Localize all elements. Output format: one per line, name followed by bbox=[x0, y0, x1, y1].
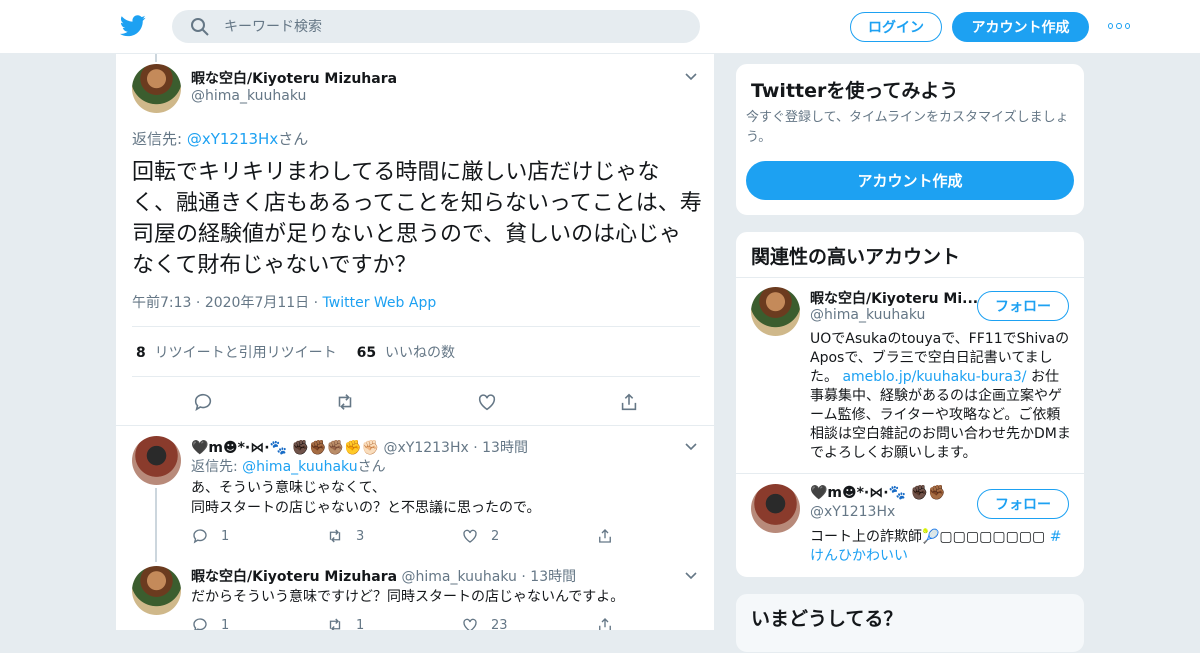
like-icon[interactable] bbox=[476, 391, 498, 413]
divider bbox=[736, 473, 1084, 474]
avatar[interactable] bbox=[751, 484, 800, 533]
reply-time[interactable]: 13時間 bbox=[482, 440, 528, 456]
signup-card: Twitterを使ってみよう 今すぐ登録して、タイムラインをカスタマイズしましょ… bbox=[735, 63, 1085, 216]
related-accounts-card: 関連性の高いアカウント 暇な空白/Kiyoteru Mi... @hima_ku… bbox=[735, 231, 1085, 578]
reply-icon[interactable] bbox=[192, 391, 214, 413]
reply-author-handle[interactable]: @hima_kuuhaku bbox=[402, 569, 517, 585]
divider bbox=[116, 425, 714, 426]
reply-header: 🖤m☻*·⋈·🐾 ✊🏿✊🏾✊🏽✊✊🏻 @xY1213Hx · 13時間 bbox=[191, 440, 528, 456]
reply-time[interactable]: 13時間 bbox=[530, 569, 576, 585]
tweet-actions bbox=[116, 391, 714, 413]
reply-icon[interactable] bbox=[191, 616, 209, 630]
search-box[interactable] bbox=[172, 10, 700, 43]
author-name[interactable]: 暇な空白/Kiyoteru Mizuhara bbox=[191, 68, 397, 88]
divider bbox=[132, 376, 700, 377]
reply-text: だからそういう意味ですけど？同時スタートの店じゃないんですよ。 bbox=[191, 589, 625, 605]
like-action[interactable]: 23 bbox=[461, 616, 596, 630]
avatar[interactable] bbox=[132, 566, 181, 615]
follow-button[interactable]: フォロー bbox=[977, 291, 1069, 321]
reply-actions: 1 1 23 bbox=[191, 616, 714, 630]
card-title: いまどうしてる？ bbox=[751, 608, 903, 630]
retweet-action[interactable]: 3 bbox=[326, 527, 461, 545]
follow-button[interactable]: フォロー bbox=[977, 489, 1069, 519]
tweet-text: 回転でキリキリまわしてる時間に厳しい店だけじゃなく、融通きく店もあるってことを知… bbox=[132, 160, 702, 278]
reply-prefix: 返信先: bbox=[132, 130, 187, 148]
chevron-down-icon[interactable] bbox=[684, 72, 698, 82]
reply-text-line: あ、そういう意味じゃなくて、 bbox=[191, 480, 386, 496]
signup-card-button[interactable]: アカウント作成 bbox=[746, 161, 1074, 200]
tweet-column: 暇な空白/Kiyoteru Mizuhara @hima_kuuhaku 返信先… bbox=[115, 54, 715, 630]
reply-icon[interactable] bbox=[191, 527, 209, 545]
card-title: Twitterを使ってみよう bbox=[751, 80, 959, 102]
reply-to: 返信先: @xY1213Hxさん bbox=[132, 128, 308, 149]
like-action[interactable]: 2 bbox=[461, 527, 596, 545]
more-icon[interactable] bbox=[1108, 21, 1130, 31]
account-handle[interactable]: @xY1213Hx bbox=[810, 504, 895, 520]
retweet-icon[interactable] bbox=[326, 527, 344, 545]
retweet-icon[interactable] bbox=[326, 616, 344, 630]
reply-author-handle[interactable]: @xY1213Hx bbox=[384, 440, 469, 456]
search-icon bbox=[191, 17, 209, 36]
login-button[interactable]: ログイン bbox=[850, 12, 942, 42]
avatar[interactable] bbox=[751, 287, 800, 336]
tweet-meta: 午前7:13 · 2020年7月11日 · Twitter Web App bbox=[132, 295, 437, 311]
top-bar: ログイン アカウント作成 bbox=[0, 0, 1200, 54]
tweet-date[interactable]: 2020年7月11日 bbox=[205, 295, 309, 311]
account-name[interactable]: 🖤m☻*·⋈·🐾 ✊🏿✊🏾 bbox=[810, 485, 946, 501]
thread-line bbox=[155, 488, 157, 562]
author-handle[interactable]: @hima_kuuhaku bbox=[191, 88, 306, 104]
account-bio: コート上の詐欺師🎾▢▢▢▢▢▢▢▢ #けんひかわいい bbox=[810, 529, 1062, 564]
retweet-icon[interactable] bbox=[334, 391, 356, 413]
retweet-action[interactable]: 1 bbox=[326, 616, 461, 630]
reply-action[interactable]: 1 bbox=[191, 616, 326, 630]
reply-text: あ、そういう意味じゃなくて、 同時スタートの店じゃないの？と不思議に思ったので。 bbox=[191, 478, 540, 518]
account-bio: UOでAsukaのtouyaで、FF11でShivaのAposで、ブラ三で空白日… bbox=[810, 331, 1071, 461]
search-input[interactable] bbox=[224, 18, 664, 35]
avatar[interactable] bbox=[132, 64, 181, 113]
reply-target-link[interactable]: @hima_kuuhaku bbox=[242, 459, 357, 475]
reply-text-line: 同時スタートの店じゃないの？と不思議に思ったので。 bbox=[191, 500, 541, 516]
share-icon[interactable] bbox=[596, 527, 614, 545]
like-icon[interactable] bbox=[461, 616, 479, 630]
reply-action[interactable]: 1 bbox=[191, 527, 326, 545]
whats-happening-card: いまどうしてる？ bbox=[735, 593, 1085, 653]
avatar[interactable] bbox=[132, 436, 181, 485]
card-title: 関連性の高いアカウント bbox=[751, 246, 961, 268]
chevron-down-icon[interactable] bbox=[684, 442, 698, 452]
tweet-time[interactable]: 午前7:13 bbox=[132, 295, 191, 311]
divider bbox=[736, 277, 1084, 278]
bio-link[interactable]: ameblo.jp/kuuhaku-bura3/ bbox=[842, 369, 1026, 385]
chevron-down-icon[interactable] bbox=[684, 571, 698, 581]
share-icon[interactable] bbox=[596, 616, 614, 630]
tweet-app-link[interactable]: Twitter Web App bbox=[323, 295, 437, 311]
reply-target-link[interactable]: @xY1213Hx bbox=[187, 130, 278, 148]
reply-actions: 1 3 2 bbox=[191, 527, 714, 545]
signup-button[interactable]: アカウント作成 bbox=[952, 12, 1089, 42]
share-action[interactable] bbox=[596, 527, 714, 545]
share-icon[interactable] bbox=[618, 391, 640, 413]
like-stat[interactable]: 65 いいねの数 bbox=[357, 342, 455, 362]
reply-header: 暇な空白/Kiyoteru Mizuhara @hima_kuuhaku · 1… bbox=[191, 569, 577, 585]
card-subtitle: 今すぐ登録して、タイムラインをカスタマイズしましょう。 bbox=[746, 110, 1069, 145]
account-handle[interactable]: @hima_kuuhaku bbox=[810, 307, 925, 323]
reply-author-name[interactable]: 暇な空白/Kiyoteru Mizuhara bbox=[191, 569, 397, 585]
tweet-stats: 8 リツイートと引用リツイート 65 いいねの数 bbox=[136, 342, 455, 362]
thread-line bbox=[155, 54, 157, 62]
reply-author-name[interactable]: 🖤m☻*·⋈·🐾 ✊🏿✊🏾✊🏽✊✊🏻 bbox=[191, 440, 379, 456]
account-name[interactable]: 暇な空白/Kiyoteru Mi... bbox=[810, 288, 978, 308]
retweet-stat[interactable]: 8 リツイートと引用リツイート bbox=[136, 342, 337, 362]
divider bbox=[132, 326, 700, 327]
like-icon[interactable] bbox=[461, 527, 479, 545]
share-action[interactable] bbox=[596, 616, 714, 630]
reply-suffix: さん bbox=[278, 130, 309, 148]
reply-to: 返信先: @hima_kuuhakuさん bbox=[191, 459, 386, 475]
twitter-logo-icon[interactable] bbox=[120, 14, 146, 38]
